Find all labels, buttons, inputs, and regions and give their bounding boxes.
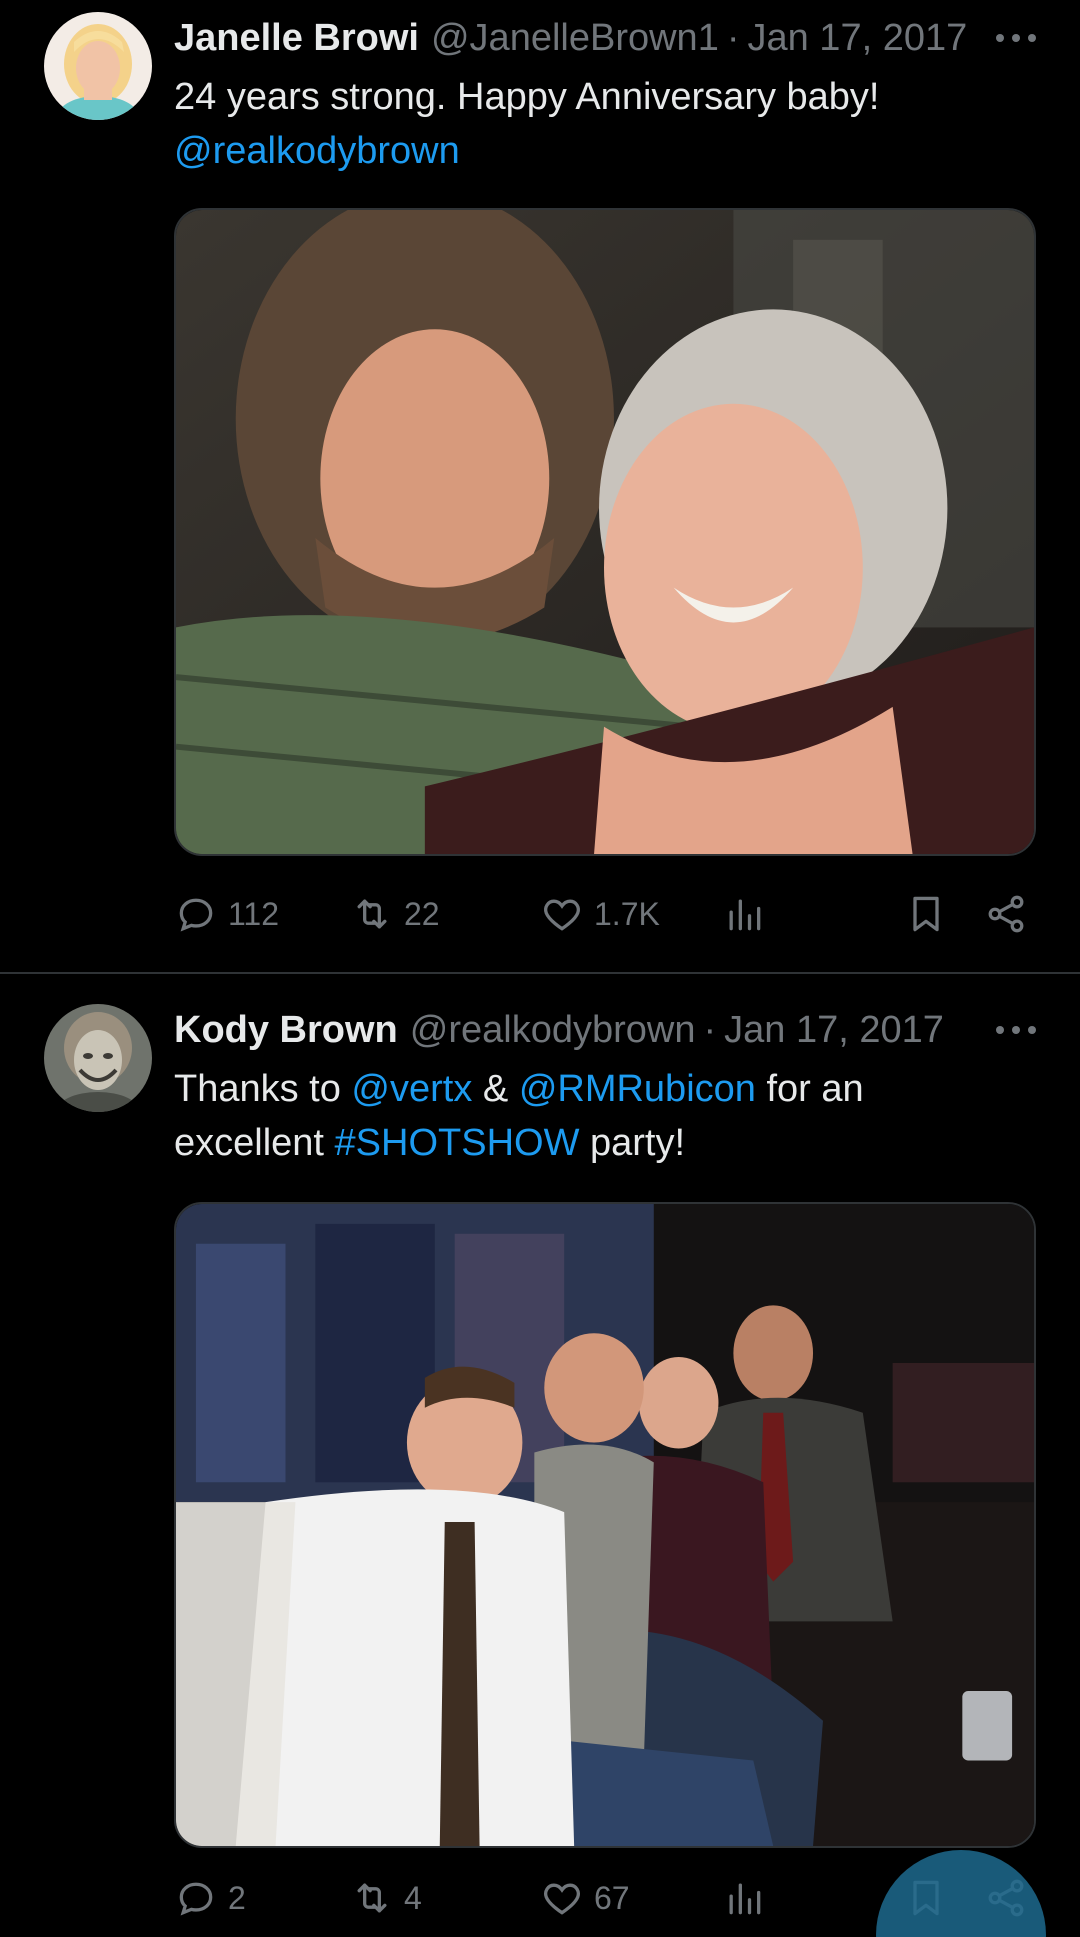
tweet-text-segment: Thanks to [174,1068,352,1110]
retweet-icon [357,1883,387,1913]
tweet-header: Kody Brown @realkodybrown · Jan 17, 2017 [174,1004,1004,1056]
retweet-button[interactable]: 22 [350,886,440,942]
views-icon [729,899,761,931]
tweet-text: 24 years strong. Happy Anniversary baby!… [174,70,1024,178]
views-icon [729,1883,761,1915]
tweet-text-segment: & [472,1068,519,1110]
author-name[interactable]: Janelle Browi [174,12,419,64]
tweet-photo[interactable] [174,1202,1036,1848]
like-button[interactable]: 67 [540,1870,630,1926]
tweet-text-line: 24 years strong. Happy Anniversary baby! [174,76,880,118]
reply-button[interactable]: 2 [174,1870,246,1926]
reply-count: 2 [228,1880,246,1916]
separator: · [726,17,740,59]
tweet-text-segment: party! [579,1122,686,1164]
tweet-actions: 112 22 1.7K [174,886,1036,942]
avatar[interactable] [44,12,152,120]
reply-icon [179,1882,213,1916]
mention-link[interactable]: @vertx [351,1068,472,1110]
separator: · [703,1009,717,1051]
tweet-text: Thanks to @vertx & @RMRubicon for an exc… [174,1062,1024,1170]
bookmark-button[interactable] [904,886,958,942]
like-count: 67 [594,1880,630,1916]
retweet-count: 22 [404,896,440,932]
tweet[interactable]: Kody Brown @realkodybrown · Jan 17, 2017… [0,974,1080,1937]
avatar[interactable] [44,1004,152,1112]
views-button[interactable] [722,1870,776,1926]
hashtag-link[interactable]: #SHOTSHOW [335,1122,580,1164]
retweet-icon [357,899,387,929]
retweet-count: 4 [404,1880,422,1916]
author-handle[interactable]: @realkodybrown [410,1004,696,1056]
like-count: 1.7K [594,896,660,932]
tweet-header: Janelle Browi @JanelleBrown1 · Jan 17, 2… [174,12,1004,64]
share-button[interactable] [984,886,1038,942]
reply-icon [179,898,213,932]
tweet-text-segment: for an [755,1068,864,1110]
bookmark-icon [913,896,939,932]
tweet-date[interactable]: Jan 17, 2017 [724,1004,944,1056]
timeline-feed: Janelle Browi @JanelleBrown1 · Jan 17, 2… [0,0,1080,1937]
more-icon[interactable] [996,26,1036,50]
like-icon [544,899,580,931]
tweet[interactable]: Janelle Browi @JanelleBrown1 · Jan 17, 2… [0,0,1080,972]
views-button[interactable] [722,886,776,942]
tweet-date[interactable]: Jan 17, 2017 [747,12,967,64]
like-icon [544,1883,580,1915]
share-icon [988,895,1024,933]
like-button[interactable]: 1.7K [540,886,660,942]
tweet-text-segment: excellent [174,1122,335,1164]
reply-count: 112 [228,896,280,932]
reply-button[interactable]: 112 [174,886,279,942]
more-icon[interactable] [996,1018,1036,1042]
retweet-button[interactable]: 4 [350,1870,422,1926]
mention-link[interactable]: @RMRubicon [519,1068,756,1110]
tweet-photo[interactable] [174,208,1036,856]
mention-link[interactable]: @realkodybrown [174,130,460,172]
author-name[interactable]: Kody Brown [174,1004,398,1056]
author-handle[interactable]: @JanelleBrown1 [431,12,719,64]
